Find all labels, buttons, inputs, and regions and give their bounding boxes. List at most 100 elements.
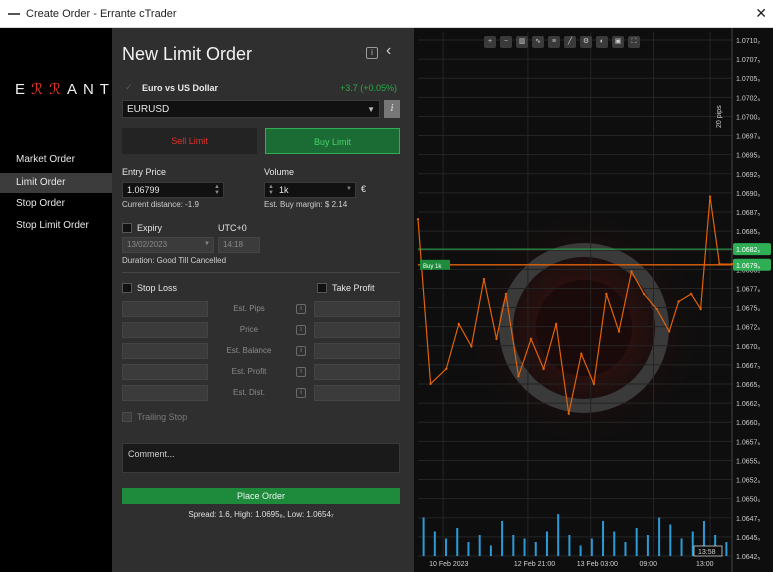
take-profit-5-input[interactable] xyxy=(314,385,400,401)
y-tick-label: 1.0647₅ xyxy=(736,516,760,523)
price-point xyxy=(457,322,461,326)
info-icon[interactable]: i xyxy=(296,346,306,356)
volume-bar xyxy=(489,545,492,556)
y-tick-label: 1.0700₀ xyxy=(736,114,760,121)
volume-bar xyxy=(523,538,526,556)
y-tick-label: 1.0667₅ xyxy=(736,363,760,370)
stop-loss-3-input[interactable] xyxy=(122,343,208,359)
symbol-select[interactable]: EURUSD ▼ xyxy=(122,100,380,118)
estimate-label: Est. Balance xyxy=(226,346,272,355)
volume-bar xyxy=(433,531,436,556)
zoom-out-icon[interactable]: − xyxy=(500,36,512,48)
entry-price-input[interactable]: 1.06799 ▲ ▼ xyxy=(122,182,224,198)
y-tick-label: 1.0645₀ xyxy=(736,535,760,542)
price-chart[interactable]: 1.0710₂ 1.0707₅ 1.0705₀ 1.0702₅ 1.0700₀ 1.069… xyxy=(414,28,773,572)
expiry-label: Expiry xyxy=(137,223,163,233)
info-icon[interactable]: i xyxy=(366,47,378,59)
place-order-button[interactable]: Place Order xyxy=(122,488,400,504)
expiry-date-input[interactable]: 13/02/2023 ▼ xyxy=(122,237,214,253)
symbol-info-button[interactable]: i xyxy=(384,100,400,118)
stepper-icon[interactable]: ▲ ▼ xyxy=(268,184,274,196)
take-profit-1-input[interactable] xyxy=(314,301,400,317)
price-point xyxy=(554,322,558,326)
volume-bar xyxy=(568,535,571,556)
price-point xyxy=(529,337,533,341)
order-tag-label: Buy 1k xyxy=(423,264,442,270)
symbol-change: +3.7 (+0.05%) xyxy=(340,83,398,93)
volume-bar xyxy=(691,531,694,556)
indicator-icon[interactable]: ∿ xyxy=(532,36,544,48)
y-tick-label: 1.0685₀ xyxy=(736,229,760,236)
comment-input[interactable]: Comment... xyxy=(122,443,400,473)
y-tick-label: 1.0670₀ xyxy=(736,344,760,351)
take-profit-3-input[interactable] xyxy=(314,343,400,359)
expiry-time-input[interactable]: 14:18 xyxy=(218,237,260,253)
stop-loss-checkbox[interactable] xyxy=(122,283,132,293)
x-tick-label: 13:00 xyxy=(696,561,714,568)
stop-loss-4-input[interactable] xyxy=(122,364,208,380)
price-point xyxy=(592,382,596,386)
price-point xyxy=(445,367,448,371)
trailing-stop-checkbox[interactable] xyxy=(122,412,132,422)
entry-price-label: 1.0679₉ xyxy=(736,263,760,270)
stop-loss-label: Stop Loss xyxy=(137,283,178,293)
chart-type-icon[interactable]: ▥ xyxy=(516,36,528,48)
info-icon[interactable]: i xyxy=(296,304,306,314)
price-point xyxy=(580,352,583,356)
y-tick-label: 1.0707₅ xyxy=(736,57,760,64)
sidebar-item-stop-limit-order[interactable]: Stop Limit Order xyxy=(0,216,112,236)
y-tick-label: 1.0702₅ xyxy=(736,95,760,102)
info-icon[interactable]: i xyxy=(296,388,306,398)
order-panel: New Limit Order i ‹ ✓ Euro vs US Dollar … xyxy=(112,28,414,572)
expiry-checkbox[interactable] xyxy=(122,223,132,233)
close-icon[interactable]: ✕ xyxy=(755,5,767,22)
y-tick-label: 1.0657₅ xyxy=(736,439,760,446)
sidebar-item-stop-order[interactable]: Stop Order xyxy=(0,194,112,214)
take-profit-2-input[interactable] xyxy=(314,322,400,338)
take-profit-4-input[interactable] xyxy=(314,364,400,380)
sell-limit-button[interactable]: Sell Limit xyxy=(122,128,257,154)
volume-bar xyxy=(635,528,638,556)
volume-bar xyxy=(680,538,683,556)
info-icon[interactable]: i xyxy=(296,367,306,377)
zoom-in-icon[interactable]: + xyxy=(484,36,496,48)
stepper-icon[interactable]: ▲ ▼ xyxy=(214,184,220,196)
sidebar-item-market-order[interactable]: Market Order xyxy=(0,150,112,170)
window-menu-icon[interactable] xyxy=(8,13,20,15)
symbol-description: Euro vs US Dollar xyxy=(142,83,219,93)
theme-icon[interactable]: ◐ xyxy=(596,36,608,48)
volume-bar xyxy=(478,535,481,556)
screenshot-icon[interactable]: ▣ xyxy=(612,36,624,48)
info-icon[interactable]: i xyxy=(296,325,306,335)
price-point xyxy=(708,195,712,198)
take-profit-checkbox[interactable] xyxy=(317,283,327,293)
buy-limit-button[interactable]: Buy Limit xyxy=(265,128,400,154)
volume-input[interactable]: ▲ ▼ 1k ▼ xyxy=(264,182,356,198)
stop-loss-5-input[interactable] xyxy=(122,385,208,401)
order-type-sidebar: EℛℛANTE Market Order Limit Order Stop Or… xyxy=(0,28,125,572)
chevron-left-icon[interactable]: ‹ xyxy=(386,42,391,60)
volume-bar xyxy=(512,535,515,556)
create-order-window: Create Order - Errante cTrader ✕ EℛℛANTE… xyxy=(0,0,773,572)
window-title: Create Order - Errante cTrader xyxy=(26,8,177,20)
y-tick-label: 1.0677₅ xyxy=(736,286,760,293)
stop-loss-1-input[interactable] xyxy=(122,301,208,317)
settings-icon[interactable]: ⚙ xyxy=(580,36,592,48)
y-tick-label: 1.0642₅ xyxy=(736,554,760,561)
stop-loss-2-input[interactable] xyxy=(122,322,208,338)
y-tick-label: 1.0710₂ xyxy=(736,38,760,45)
pips-scale-label: 20 pips xyxy=(716,105,723,128)
volume-bar xyxy=(669,524,672,556)
drawing-icon[interactable]: ╱ xyxy=(564,36,576,48)
fullscreen-icon[interactable]: ⛶ xyxy=(628,36,640,48)
volume-bar xyxy=(602,521,605,556)
y-tick-label: 1.0687₅ xyxy=(736,210,760,217)
price-point xyxy=(482,277,486,281)
price-point xyxy=(655,307,658,311)
duration-text: Duration: Good Till Cancelled xyxy=(122,256,227,265)
y-tick-label: 1.0697₅ xyxy=(736,134,760,141)
entry-price-label: Entry Price xyxy=(122,167,167,177)
timeframe-icon[interactable]: ≡ xyxy=(548,36,560,48)
estimate-label: Est. Profit xyxy=(231,367,267,376)
sidebar-item-limit-order[interactable]: Limit Order xyxy=(0,173,112,193)
